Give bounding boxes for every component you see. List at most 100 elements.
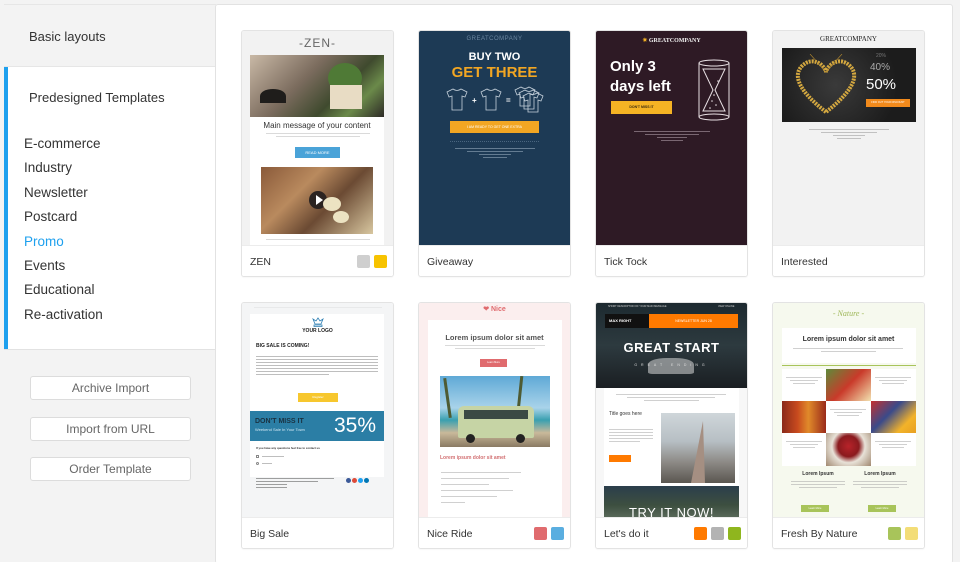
color-swatch-gray[interactable] bbox=[711, 527, 724, 540]
template-card-lets-do-it[interactable]: SHORT DESCRIPTION OF YOUR MAIN MESSAGE V… bbox=[595, 302, 748, 549]
preview-pct-40: 40% bbox=[870, 62, 891, 73]
template-name: ZEN bbox=[250, 256, 271, 268]
preview-button-right: Learn More bbox=[868, 505, 896, 512]
preview-line1: BUY TWO bbox=[468, 51, 521, 63]
color-swatches bbox=[888, 527, 918, 540]
preview-brand: ✷ GREATCOMPANY bbox=[642, 38, 701, 44]
facebook-icon bbox=[346, 478, 351, 483]
color-swatch-gray[interactable] bbox=[357, 255, 370, 268]
preview-fruits-image bbox=[871, 401, 916, 433]
template-preview: ✷ GREATCOMPANY Only 3 days left DON'T MI… bbox=[596, 31, 747, 245]
template-preview: -ZEN- Main message of your content READ … bbox=[242, 31, 393, 245]
sidebar-item-basic-layouts[interactable]: Basic layouts bbox=[4, 4, 216, 67]
template-card-interested[interactable]: GREATCOMPANY 20% 40% 50% FIND OUT YOUR D… bbox=[772, 30, 925, 277]
template-grid: -ZEN- Main message of your content READ … bbox=[215, 4, 953, 562]
template-footer: ZEN bbox=[242, 245, 393, 276]
preview-logo: YOUR LOGO bbox=[302, 328, 333, 334]
preview-banner-title: DON'T MISS IT bbox=[255, 418, 304, 425]
color-swatch-yellow[interactable] bbox=[374, 255, 387, 268]
svg-text:+: + bbox=[472, 96, 477, 105]
crown-logo-icon bbox=[312, 317, 324, 327]
preview-headline: Lorem ipsum dolor sit amet bbox=[445, 333, 544, 342]
preview-hero: SHORT DESCRIPTION OF YOUR MAIN MESSAGE V… bbox=[596, 303, 747, 388]
category-events[interactable]: Events bbox=[24, 254, 103, 278]
template-preview: GREATCOMPANY 20% 40% 50% FIND OUT YOUR D… bbox=[773, 31, 924, 245]
preview-headline: Lorem ipsum dolor sit amet bbox=[802, 336, 895, 343]
preview-brand: GREATCOMPANY bbox=[466, 36, 523, 42]
tshirt-icons: + = bbox=[446, 86, 544, 113]
preview-read-more: READ MORE bbox=[295, 147, 340, 158]
template-name: Nice Ride bbox=[427, 528, 473, 540]
category-promo[interactable]: Promo bbox=[24, 230, 103, 254]
template-name: Tick Tock bbox=[604, 256, 648, 268]
template-name: Giveaway bbox=[427, 256, 474, 268]
preview-hero-sub: GREAT ENDING bbox=[634, 363, 709, 367]
preview-hero-image bbox=[250, 55, 384, 117]
social-icons bbox=[346, 478, 369, 483]
import-from-url-button[interactable]: Import from URL bbox=[30, 417, 191, 441]
category-postcard[interactable]: Postcard bbox=[24, 205, 103, 229]
template-card-giveaway[interactable]: GREATCOMPANY BUY TWO GET THREE + = I AM … bbox=[418, 30, 571, 277]
color-swatch-yellow[interactable] bbox=[905, 527, 918, 540]
category-educational[interactable]: Educational bbox=[24, 278, 103, 302]
category-ecommerce[interactable]: E-commerce bbox=[24, 132, 103, 156]
preview-building-image bbox=[661, 413, 735, 483]
linkedin-icon bbox=[364, 478, 369, 483]
phone-icon bbox=[256, 462, 259, 465]
template-name: Let's do it bbox=[604, 528, 649, 540]
template-card-fresh-by-nature[interactable]: - Nature - Lorem ipsum dolor sit amet Lo… bbox=[772, 302, 925, 549]
template-footer: Giveaway bbox=[419, 245, 570, 276]
preview-col-title-left: Lorem Ipsum bbox=[802, 471, 834, 477]
template-preview: GREATCOMPANY BUY TWO GET THREE + = I AM … bbox=[419, 31, 570, 245]
preview-line2: GET THREE bbox=[451, 64, 538, 81]
color-swatches bbox=[534, 527, 564, 540]
template-footer: Let's do it bbox=[596, 517, 747, 548]
template-card-zen[interactable]: -ZEN- Main message of your content READ … bbox=[241, 30, 394, 277]
predesigned-templates-title[interactable]: Predesigned Templates bbox=[29, 90, 165, 105]
category-newsletter[interactable]: Newsletter bbox=[24, 181, 103, 205]
preview-video-image bbox=[261, 167, 373, 234]
sidebar-actions: Archive Import Import from URL Order Tem… bbox=[4, 349, 216, 562]
template-card-big-sale[interactable]: YOUR LOGO BIG SALE IS COMING! Register D… bbox=[241, 302, 394, 549]
preview-contact: If you have any questions feel free to c… bbox=[256, 446, 320, 450]
template-gallery-app: Basic layouts Predesigned Templates E-co… bbox=[0, 0, 960, 562]
color-swatch-blue[interactable] bbox=[551, 527, 564, 540]
sidebar: Basic layouts Predesigned Templates E-co… bbox=[4, 4, 216, 562]
preview-headline-1: Only 3 bbox=[610, 58, 656, 75]
preview-berries-image bbox=[826, 433, 871, 466]
color-swatch-green[interactable] bbox=[728, 527, 741, 540]
template-footer: Tick Tock bbox=[596, 245, 747, 276]
color-swatches bbox=[357, 255, 387, 268]
basic-layouts-label: Basic layouts bbox=[29, 29, 106, 44]
preview-title: Title goes here bbox=[609, 411, 642, 417]
template-card-tick-tock[interactable]: ✷ GREATCOMPANY Only 3 days left DON'T MI… bbox=[595, 30, 748, 277]
template-name: Fresh By Nature bbox=[781, 528, 858, 540]
preview-pct-50: 50% bbox=[866, 76, 897, 93]
heart-icon: ❤ bbox=[483, 306, 491, 313]
archive-import-button[interactable]: Archive Import bbox=[30, 376, 191, 400]
color-swatch-green[interactable] bbox=[888, 527, 901, 540]
svg-text:=: = bbox=[506, 96, 511, 105]
preview-top-right: VIEW ONLINE bbox=[718, 305, 735, 308]
category-industry[interactable]: Industry bbox=[24, 156, 103, 180]
preview-banner-pct: 35% bbox=[334, 414, 377, 437]
category-reactivation[interactable]: Re-activation bbox=[24, 303, 103, 327]
color-swatch-red[interactable] bbox=[534, 527, 547, 540]
template-name: Interested bbox=[781, 256, 828, 268]
google-plus-icon bbox=[352, 478, 357, 483]
preview-banner-sub: Weekend Sale In Your Town bbox=[255, 427, 305, 432]
template-footer: Big Sale bbox=[242, 517, 393, 548]
template-card-nice-ride[interactable]: ❤ Nice Lorem ipsum dolor sit amet Learn … bbox=[418, 302, 571, 549]
preview-brand: -ZEN- bbox=[299, 36, 336, 50]
preview-brand: - Nature - bbox=[832, 309, 865, 318]
template-footer: Fresh By Nature bbox=[773, 517, 924, 548]
preview-headline: BIG SALE IS COMING! bbox=[256, 343, 310, 349]
preview-cta: Learn More bbox=[480, 359, 507, 367]
twitter-icon bbox=[358, 478, 363, 483]
preview-newsletter: NEWSLETTER JUN 28 bbox=[675, 319, 712, 323]
order-template-button[interactable]: Order Template bbox=[30, 457, 191, 481]
preview-top-left: SHORT DESCRIPTION OF YOUR MAIN MESSAGE bbox=[608, 305, 667, 308]
color-swatch-orange[interactable] bbox=[694, 527, 707, 540]
preview-read-more bbox=[609, 455, 631, 462]
template-preview: ❤ Nice Lorem ipsum dolor sit amet Learn … bbox=[419, 303, 570, 517]
